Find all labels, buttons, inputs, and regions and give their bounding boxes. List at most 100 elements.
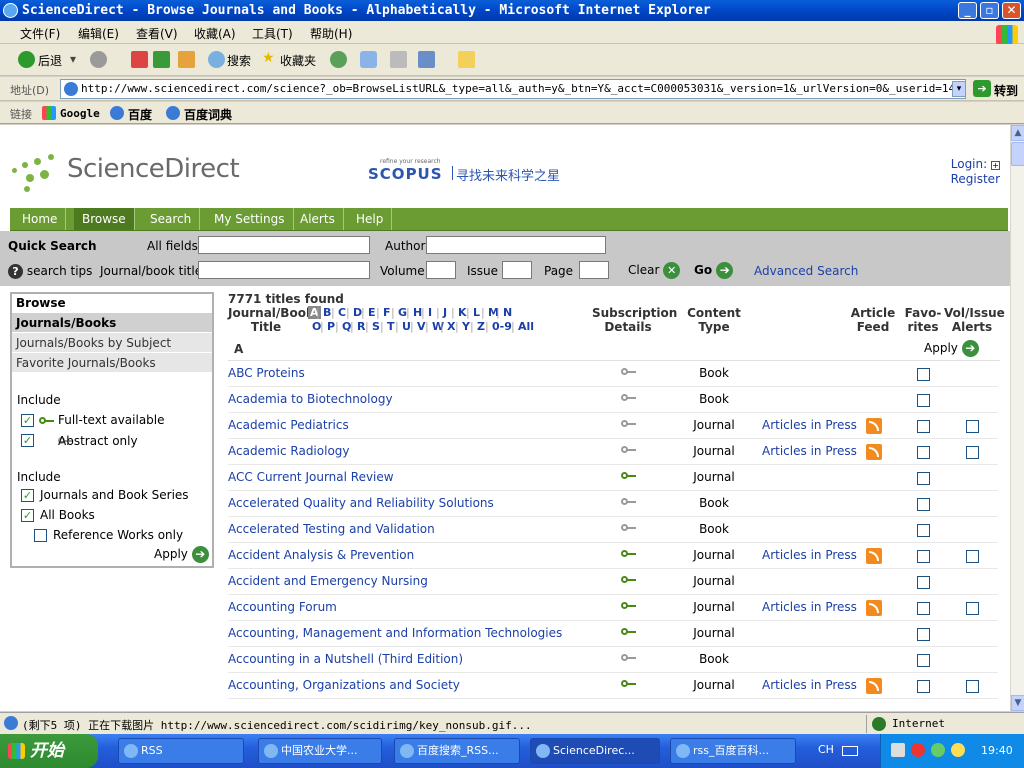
letter-link-l[interactable]: L	[473, 306, 480, 319]
letter-link-s[interactable]: S	[372, 320, 380, 333]
issue-input[interactable]	[502, 261, 532, 279]
menu-help[interactable]: 帮助(H)	[310, 25, 352, 42]
articles-in-press-link[interactable]: Articles in Press	[762, 600, 857, 614]
journal-title-link[interactable]: Academia to Biotechnology	[228, 392, 393, 406]
letter-link-0-9[interactable]: 0-9	[492, 320, 512, 333]
go-button[interactable]: 转到	[994, 82, 1018, 99]
abstract-checkbox[interactable]: ✓	[21, 434, 34, 447]
nav-browse[interactable]: Browse	[74, 208, 135, 230]
menu-edit[interactable]: 编辑(E)	[78, 25, 119, 42]
tray-security-icon[interactable]	[911, 743, 925, 757]
menu-file[interactable]: 文件(F)	[20, 25, 60, 42]
all-books-checkbox[interactable]: ✓	[21, 509, 34, 522]
search-icon[interactable]	[208, 51, 225, 68]
login-link[interactable]: Login:	[951, 157, 987, 171]
browse-favorites[interactable]: Favorite Journals/Books	[12, 352, 212, 372]
start-button[interactable]: 开始	[0, 734, 98, 768]
language-indicator[interactable]: CH	[818, 743, 834, 756]
tray-network-icon[interactable]	[931, 743, 945, 757]
letter-link-e[interactable]: E	[368, 306, 376, 319]
page-input[interactable]	[579, 261, 609, 279]
author-input[interactable]	[426, 236, 606, 254]
scroll-down-icon[interactable]: ▼	[1011, 695, 1024, 711]
journal-title-link[interactable]: Accounting in a Nutshell (Third Edition)	[228, 652, 463, 666]
keyboard-icon[interactable]	[842, 746, 858, 756]
journal-title-link[interactable]: Accelerated Testing and Validation	[228, 522, 435, 536]
apply-favorites-button[interactable]: Apply ➔	[924, 340, 979, 357]
journal-title-link[interactable]: Academic Radiology	[228, 444, 350, 458]
tray-volume-icon[interactable]	[951, 743, 965, 757]
alert-checkbox[interactable]	[966, 602, 979, 615]
favorite-checkbox[interactable]	[917, 394, 930, 407]
stop-icon[interactable]	[131, 51, 148, 68]
rss-feed-icon[interactable]	[866, 444, 882, 460]
task-baidu-search[interactable]: 百度搜索_RSS...	[394, 738, 520, 764]
journal-title-link[interactable]: Academic Pediatrics	[228, 418, 349, 432]
favorite-checkbox[interactable]	[917, 368, 930, 381]
journal-title-link[interactable]: Accounting Forum	[228, 600, 337, 614]
favorite-checkbox[interactable]	[917, 420, 930, 433]
go-arrow-icon[interactable]: ➔	[973, 80, 991, 97]
mail-icon[interactable]	[360, 51, 377, 68]
address-dropdown-icon[interactable]: ▾	[952, 81, 966, 97]
favorite-checkbox[interactable]	[917, 446, 930, 459]
task-cau[interactable]: 中国农业大学...	[258, 738, 382, 764]
letter-link-n[interactable]: N	[503, 306, 512, 319]
nav-alerts[interactable]: Alerts	[292, 208, 344, 230]
alert-checkbox[interactable]	[966, 550, 979, 563]
favorites-toolbar-button[interactable]: 收藏夹	[280, 52, 316, 69]
browse-apply-button[interactable]: Apply ➔	[154, 546, 209, 563]
go-search-button[interactable]: Go ➔	[694, 262, 734, 279]
edit-icon[interactable]	[418, 51, 435, 68]
nav-help[interactable]: Help	[348, 208, 393, 230]
favorite-checkbox[interactable]	[917, 628, 930, 641]
favorite-checkbox[interactable]	[917, 680, 930, 693]
alert-checkbox[interactable]	[966, 680, 979, 693]
window-title-bar[interactable]: ScienceDirect - Browse Journals and Book…	[0, 0, 1024, 21]
task-sciencedirect[interactable]: ScienceDirec...	[530, 738, 660, 764]
journal-title-link[interactable]: ABC Proteins	[228, 366, 305, 380]
link-google[interactable]: Google	[60, 107, 100, 120]
rss-feed-icon[interactable]	[866, 600, 882, 616]
articles-in-press-link[interactable]: Articles in Press	[762, 678, 857, 692]
scroll-up-icon[interactable]: ▲	[1011, 125, 1024, 141]
clear-button[interactable]: Clear ✕	[628, 262, 681, 279]
back-dropdown-icon[interactable]: ▾	[70, 52, 76, 66]
media-icon[interactable]	[330, 51, 347, 68]
letter-link-i[interactable]: I	[428, 306, 432, 319]
refresh-icon[interactable]	[153, 51, 170, 68]
letter-link-p[interactable]: P	[327, 320, 335, 333]
home-icon[interactable]	[178, 51, 195, 68]
favorite-checkbox[interactable]	[917, 576, 930, 589]
journal-title-link[interactable]: Accelerated Quality and Reliability Solu…	[228, 496, 494, 510]
alert-checkbox[interactable]	[966, 446, 979, 459]
journal-title-link[interactable]: Accident and Emergency Nursing	[228, 574, 428, 588]
journal-title-input[interactable]	[198, 261, 370, 279]
expand-icon[interactable]: +	[991, 161, 1000, 170]
favorite-checkbox[interactable]	[917, 472, 930, 485]
letter-link-f[interactable]: F	[383, 306, 391, 319]
favorite-checkbox[interactable]	[917, 524, 930, 537]
vertical-scrollbar[interactable]: ▲ ▼	[1010, 125, 1024, 711]
letter-link-all[interactable]: All	[518, 320, 534, 333]
journal-title-link[interactable]: Accounting, Management and Information T…	[228, 626, 562, 640]
nav-my-settings[interactable]: My Settings	[206, 208, 294, 230]
rss-feed-icon[interactable]	[866, 548, 882, 564]
letter-link-t[interactable]: T	[387, 320, 395, 333]
nav-home[interactable]: Home	[14, 208, 67, 230]
articles-in-press-link[interactable]: Articles in Press	[762, 418, 857, 432]
letter-link-c[interactable]: C	[338, 306, 346, 319]
scroll-thumb[interactable]	[1011, 142, 1024, 166]
restore-button[interactable]: ▫	[980, 2, 999, 19]
journal-title-link[interactable]: Accident Analysis & Prevention	[228, 548, 414, 562]
nav-search[interactable]: Search	[142, 208, 201, 230]
journals-series-checkbox[interactable]: ✓	[21, 489, 34, 502]
close-button[interactable]: ✕	[1002, 2, 1021, 19]
link-baidu-dict[interactable]: 百度词典	[184, 106, 232, 123]
rss-feed-icon[interactable]	[866, 418, 882, 434]
favorite-checkbox[interactable]	[917, 654, 930, 667]
articles-in-press-link[interactable]: Articles in Press	[762, 548, 857, 562]
advanced-search-link[interactable]: Advanced Search	[754, 264, 858, 278]
favorite-checkbox[interactable]	[917, 550, 930, 563]
messenger-icon[interactable]	[458, 51, 475, 68]
